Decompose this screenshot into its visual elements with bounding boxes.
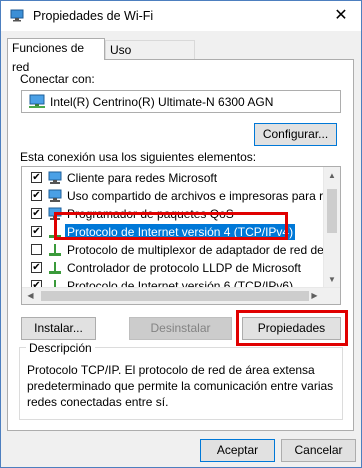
description-text: Protocolo TCP/IP. El protocolo de red de… [27,363,334,409]
horizontal-scrollbar[interactable]: ◀ ▶ [22,287,340,304]
configure-button-label: Configurar... [262,127,329,141]
tab-sharing[interactable]: Uso compartido [105,40,195,76]
adapter-name: Intel(R) Centrino(R) Ultimate-N 6300 AGN [50,95,274,109]
item-label: Uso compartido de archivos e impresoras … [67,189,341,203]
vertical-scrollbar[interactable]: ▲ ▼ [323,167,340,288]
scroll-up-icon[interactable]: ▲ [324,167,340,184]
network-adapter-icon [29,94,45,108]
configure-button[interactable]: Configurar... [254,123,337,146]
item-label: Controlador de protocolo LLDP de Microso… [67,261,301,275]
item-label: Cliente para redes Microsoft [67,171,218,185]
item-checkbox[interactable]: ✔ [31,226,42,237]
accept-button-label: Aceptar [216,443,259,457]
components-list: ✔ Cliente para redes Microsoft ✔ Uso com… [21,166,341,305]
vertical-scroll-thumb[interactable] [327,189,337,233]
item-checkbox[interactable]: ✔ [31,208,42,219]
horizontal-scroll-thumb[interactable] [41,291,309,301]
list-item-selected[interactable]: ✔ Protocolo de Internet versión 4 (TCP/I… [22,223,322,241]
window-title: Propiedades de Wi-Fi [33,9,154,23]
uninstall-button: Desinstalar [129,317,232,340]
description-title: Descripción [26,341,95,355]
protocol-icon [49,262,61,274]
scroll-left-icon[interactable]: ◀ [22,288,39,304]
uninstall-button-label: Desinstalar [150,321,211,335]
list-item[interactable]: ✔ Programador de paquetes QoS [22,205,322,223]
protocol-icon [49,226,61,238]
item-checkbox[interactable]: ✔ [31,262,42,273]
list-item[interactable]: ✔ Controlador de protocolo LLDP de Micro… [22,259,322,277]
install-button-label: Instalar... [34,321,83,335]
cancel-button-label: Cancelar [294,443,343,457]
install-button[interactable]: Instalar... [21,317,96,340]
item-label: Programador de paquetes QoS [67,207,234,221]
properties-button[interactable]: Propiedades [242,317,341,340]
network-client-icon [48,207,62,220]
list-item[interactable]: ✔ Uso compartido de archivos e impresora… [22,187,340,205]
properties-dialog: Propiedades de Wi-Fi ✕ Funciones de red … [0,0,362,468]
tab-networking[interactable]: Funciones de red [7,38,105,74]
list-item[interactable]: Protocolo de multiplexor de adaptador de… [22,241,340,259]
scroll-down-icon[interactable]: ▼ [324,271,340,288]
items-label: Esta conexión usa los siguientes element… [20,150,257,164]
protocol-icon [49,244,61,256]
list-item[interactable]: ✔ Cliente para redes Microsoft [22,169,322,187]
title-bar: Propiedades de Wi-Fi ✕ [1,1,361,31]
cancel-button[interactable]: Cancelar [281,439,356,462]
accept-button[interactable]: Aceptar [200,439,275,462]
network-client-icon [48,189,62,202]
network-client-icon [48,171,62,184]
item-label: Protocolo de Internet versión 4 (TCP/IPv… [65,224,296,240]
adapter-field: Intel(R) Centrino(R) Ultimate-N 6300 AGN [21,90,341,113]
close-button[interactable]: ✕ [321,1,361,31]
wifi-adapter-icon [10,9,24,22]
item-label: Protocolo de multiplexor de adaptador de… [67,243,341,257]
properties-button-label: Propiedades [257,321,326,335]
scroll-right-icon[interactable]: ▶ [306,288,323,304]
close-icon: ✕ [334,7,348,24]
item-checkbox[interactable]: ✔ [31,172,42,183]
connect-label: Conectar con: [20,72,95,86]
item-checkbox[interactable]: ✔ [31,190,42,201]
item-checkbox[interactable] [31,244,42,255]
